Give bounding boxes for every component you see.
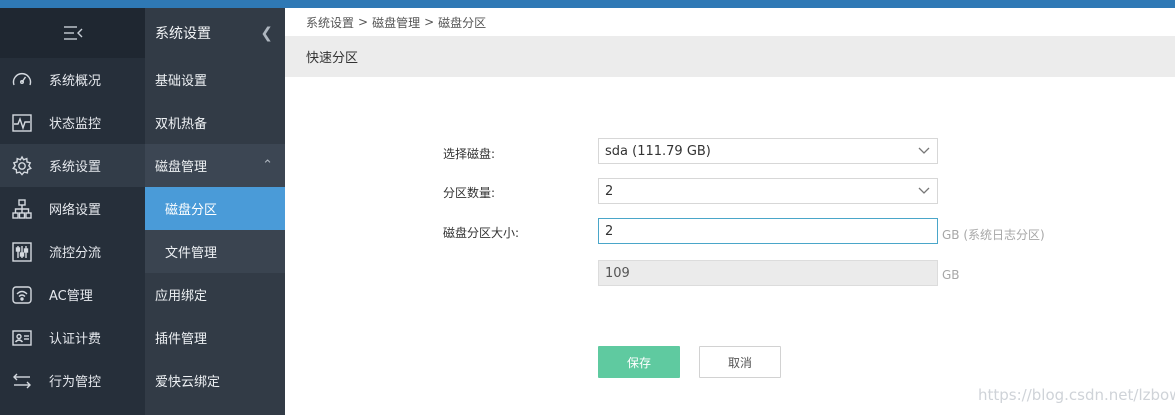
submenu-item-label: 双机热备 [155,117,208,132]
submenu-item-label: 插件管理 [155,332,208,347]
sidebar-item-overview[interactable]: 系统概况 [0,58,145,101]
submenu-group-disk[interactable]: 磁盘管理 ⌃ [145,144,285,187]
submenu-item-label: 应用绑定 [155,289,208,304]
partition-size-unit: GB (系统日志分区) [942,228,1045,242]
top-accent-bar [0,0,1175,8]
sidebar-item-label: 网络设置 [49,203,102,218]
gauge-icon [10,68,34,92]
sidebar-item-label: 行为管控 [49,375,102,390]
menu-collapse-icon[interactable] [0,8,145,58]
breadcrumb-item[interactable]: 磁盘管理 [372,14,420,31]
chevron-up-icon: ⌃ [262,158,273,173]
arrows-icon [10,369,34,393]
submenu-item-plugins[interactable]: 插件管理 [145,316,285,359]
sidebar-item-label: 系统概况 [49,74,102,89]
sidebar-item-network[interactable]: 网络设置 [0,187,145,230]
main-content: 系统设置 > 磁盘管理 > 磁盘分区 快速分区 选择磁盘: sda (111.7… [285,8,1175,415]
partition-count-label: 分区数量: [443,186,496,200]
remaining-size-unit: GB [942,268,960,282]
submenu-item-app-binding[interactable]: 应用绑定 [145,273,285,316]
network-icon [10,197,34,221]
submenu-item-partition[interactable]: 磁盘分区 [145,187,285,230]
submenu-item-label: 磁盘管理 [155,160,208,175]
sidebar-item-label: 认证计费 [49,332,102,347]
secondary-sidebar-header[interactable]: 系统设置 ❮ [145,8,285,58]
partition-count-select[interactable]: 2 [598,178,938,204]
sidebar-item-label: 系统设置 [49,160,102,175]
chevron-left-icon[interactable]: ❮ [260,24,273,42]
sidebar-item-behavior[interactable]: 行为管控 [0,359,145,402]
pulse-icon [10,111,34,135]
sidebar-item-label: 状态监控 [49,117,102,132]
section-title: 快速分区 [285,36,1175,77]
disk-select-label: 选择磁盘: [443,147,496,161]
chevron-down-icon [918,187,930,194]
sidebar-item-monitor[interactable]: 状态监控 [0,101,145,144]
submenu-item-label: 爱快云绑定 [155,375,221,390]
secondary-sidebar: 系统设置 ❮ 基础设置 双机热备 磁盘管理 ⌃ 磁盘分区 文件管理 应用绑定 插… [145,8,285,415]
submenu-item-ha[interactable]: 双机热备 [145,101,285,144]
breadcrumb-item[interactable]: 系统设置 [306,14,354,31]
sidebar-item-ac[interactable]: AC管理 [0,273,145,316]
id-card-icon [10,326,34,350]
breadcrumb-separator: > [358,15,369,29]
section-title-text: 快速分区 [306,51,359,66]
watermark-text: https://blog.csdn.net/lzbow [978,386,1175,404]
wifi-icon [10,283,34,307]
secondary-sidebar-title: 系统设置 [155,26,211,42]
sidebar-item-label: 流控分流 [49,246,102,261]
sidebar-item-settings[interactable]: 系统设置 [0,144,145,187]
submenu-item-label: 基础设置 [155,74,208,89]
submenu-item-files[interactable]: 文件管理 [145,230,285,273]
submenu-item-cloud[interactable]: 爱快云绑定 [145,359,285,402]
cancel-button[interactable]: 取消 [699,346,781,378]
disk-select[interactable]: sda (111.79 GB) [598,138,938,164]
save-button[interactable]: 保存 [598,346,680,378]
sidebar-item-label: AC管理 [49,289,93,304]
remaining-size-field: 109 [598,260,938,286]
breadcrumb-item: 磁盘分区 [438,15,487,30]
gear-icon [10,154,34,178]
remaining-size-value: 109 [605,265,630,281]
partition-size-value: 2 [605,223,614,239]
sidebar-item-flow-control[interactable]: 流控分流 [0,230,145,273]
submenu-item-label: 文件管理 [165,246,218,261]
submenu-item-basic[interactable]: 基础设置 [145,58,285,101]
submenu-item-label: 磁盘分区 [165,203,218,218]
sidebar-item-auth[interactable]: 认证计费 [0,316,145,359]
breadcrumb-separator: > [424,15,435,29]
disk-select-value: sda (111.79 GB) [605,143,711,159]
primary-sidebar: 系统概况 状态监控 系统设置 网络设置 流控分流 AC管理 认证计费 行为管控 [0,8,145,415]
breadcrumb: 系统设置 > 磁盘管理 > 磁盘分区 [285,8,1175,36]
partition-count-value: 2 [605,183,614,199]
sliders-icon [10,240,34,264]
partition-size-label: 磁盘分区大小: [443,226,520,240]
chevron-down-icon [918,147,930,154]
partition-size-input[interactable]: 2 [598,218,938,244]
